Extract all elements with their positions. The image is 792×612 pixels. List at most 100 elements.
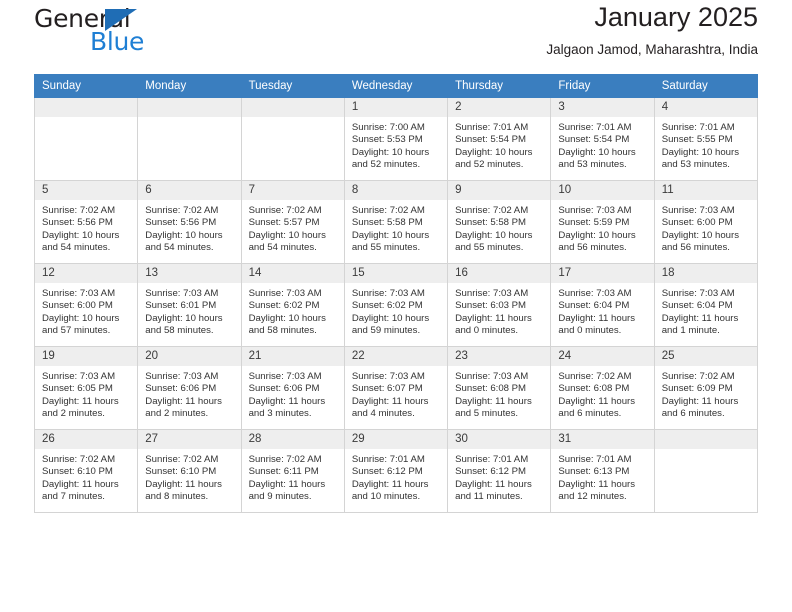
calendar-cell-day-19[interactable]: 19 Sunrise: 7:03 AM Sunset: 6:05 PM Dayligh… (33, 346, 139, 430)
sunrise-text: Sunrise: 7:03 AM (661, 205, 735, 216)
calendar-cell-day-28[interactable]: 28 Sunrise: 7:02 AM Sunset: 6:11 PM Dayligh… (240, 429, 345, 513)
calendar-cell-day-26[interactable]: 26 Sunrise: 7:02 AM Sunset: 6:10 PM Dayligh… (33, 429, 139, 513)
weekday-header-sunday: Sunday (33, 74, 139, 98)
calendar-body: 1 Sunrise: 7:00 AM Sunset: 5:53 PM Daylight… (33, 97, 759, 513)
day-number: 15 (344, 264, 448, 283)
daylight-text-line1: Daylight: 11 hours (558, 395, 636, 407)
sunset-text: Sunset: 6:10 PM (42, 466, 113, 478)
calendar-cell-day-3[interactable]: 3 Sunrise: 7:01 AM Sunset: 5:54 PM Daylight… (550, 97, 655, 181)
calendar-cell-day-17[interactable]: 17 Sunrise: 7:03 AM Sunset: 6:04 PM Dayligh… (550, 263, 655, 347)
daylight-text-line2: and 57 minutes. (42, 324, 111, 336)
calendar-cell-day-14[interactable]: 14 Sunrise: 7:03 AM Sunset: 6:02 PM Dayligh… (240, 263, 345, 347)
daylight-text-line1: Daylight: 10 hours (248, 229, 326, 241)
day-number: 27 (138, 430, 241, 449)
daylight-text-line1: Daylight: 10 hours (455, 229, 533, 241)
daylight-text-line1: Daylight: 11 hours (42, 478, 119, 490)
day-details: Sunrise: 7:02 AM Sunset: 5:56 PM Daylight:… (35, 200, 137, 254)
day-details: Sunrise: 7:01 AM Sunset: 5:54 PM Daylight:… (551, 117, 653, 171)
calendar-cell-day-7[interactable]: 7 Sunrise: 7:02 AM Sunset: 5:57 PM Daylight… (240, 180, 345, 264)
calendar-cell-day-2[interactable]: 2 Sunrise: 7:01 AM Sunset: 5:54 PM Daylight… (447, 97, 552, 181)
calendar-cell-day-8[interactable]: 8 Sunrise: 7:02 AM Sunset: 5:58 PM Daylight… (343, 180, 449, 264)
day-details: Sunrise: 7:00 AM Sunset: 5:53 PM Daylight:… (345, 117, 447, 171)
sunset-text: Sunset: 6:02 PM (351, 300, 423, 312)
sunset-text: Sunset: 6:12 PM (351, 466, 423, 478)
sunset-text: Sunset: 6:05 PM (42, 383, 113, 395)
day-details: Sunrise: 7:03 AM Sunset: 6:00 PM Daylight:… (655, 200, 757, 254)
daylight-text-line1: Daylight: 11 hours (455, 312, 532, 324)
day-details: Sunrise: 7:03 AM Sunset: 6:00 PM Daylight:… (35, 283, 137, 337)
sunset-text: Sunset: 6:03 PM (455, 300, 527, 312)
sunset-text: Sunset: 5:56 PM (42, 217, 113, 229)
calendar-cell-day-15[interactable]: 15 Sunrise: 7:03 AM Sunset: 6:02 PM Dayligh… (343, 263, 449, 347)
weekday-header-thursday: Thursday (447, 74, 552, 98)
sunrise-text: Sunrise: 7:03 AM (558, 288, 632, 299)
calendar-cell-day-30[interactable]: 30 Sunrise: 7:01 AM Sunset: 6:12 PM Dayligh… (447, 429, 552, 513)
day-details: Sunrise: 7:01 AM Sunset: 5:55 PM Daylight:… (655, 117, 757, 171)
calendar-cell-day-12[interactable]: 12 Sunrise: 7:03 AM Sunset: 6:00 PM Dayligh… (33, 263, 139, 347)
day-number: 29 (344, 430, 448, 449)
calendar-cell-day-18[interactable]: 18 Sunrise: 7:03 AM Sunset: 6:04 PM Dayligh… (653, 263, 759, 347)
daylight-text-line1: Daylight: 10 hours (42, 312, 120, 324)
calendar-cell-day-4[interactable]: 4 Sunrise: 7:01 AM Sunset: 5:55 PM Daylight… (653, 97, 759, 181)
day-number: 25 (654, 347, 757, 366)
day-number: 6 (138, 181, 241, 200)
day-number: 18 (654, 264, 757, 283)
calendar-cell-day-20[interactable]: 20 Sunrise: 7:03 AM Sunset: 6:06 PM Dayligh… (137, 346, 242, 430)
calendar-cell-day-23[interactable]: 23 Sunrise: 7:03 AM Sunset: 6:08 PM Dayligh… (447, 346, 552, 430)
calendar-cell-day-11[interactable]: 11 Sunrise: 7:03 AM Sunset: 6:00 PM Dayligh… (653, 180, 759, 264)
day-number: 30 (448, 430, 551, 449)
day-number: 12 (35, 264, 138, 283)
daylight-text-line2: and 12 minutes. (558, 490, 627, 502)
daylight-text-line2: and 4 minutes. (351, 407, 415, 419)
calendar-cell-day-9[interactable]: 9 Sunrise: 7:02 AM Sunset: 5:58 PM Daylight… (447, 180, 552, 264)
daylight-text-line1: Daylight: 11 hours (145, 395, 222, 407)
sunset-text: Sunset: 6:02 PM (248, 300, 320, 312)
calendar-cell-day-13[interactable]: 13 Sunrise: 7:03 AM Sunset: 6:01 PM Dayligh… (137, 263, 242, 347)
page-subtitle: Jalgaon Jamod, Maharashtra, India (546, 42, 758, 58)
day-details: Sunrise: 7:02 AM Sunset: 6:10 PM Daylight:… (138, 449, 240, 503)
sunrise-text: Sunrise: 7:02 AM (145, 205, 219, 216)
calendar-cell-day-31[interactable]: 31 Sunrise: 7:01 AM Sunset: 6:13 PM Dayligh… (550, 429, 655, 513)
calendar-cell-day-10[interactable]: 10 Sunrise: 7:03 AM Sunset: 5:59 PM Dayligh… (550, 180, 655, 264)
day-number: 11 (654, 181, 757, 200)
day-details: Sunrise: 7:02 AM Sunset: 6:09 PM Daylight:… (655, 366, 757, 420)
calendar-cell-day-22[interactable]: 22 Sunrise: 7:03 AM Sunset: 6:07 PM Dayligh… (343, 346, 449, 430)
calendar-page: General Blue January 2025 Jalgaon Jamod,… (0, 0, 792, 612)
sunrise-text: Sunrise: 7:03 AM (351, 371, 425, 382)
sunset-text: Sunset: 6:04 PM (661, 300, 733, 312)
day-number: 20 (138, 347, 241, 366)
calendar-cell-day-27[interactable]: 27 Sunrise: 7:02 AM Sunset: 6:10 PM Dayligh… (137, 429, 242, 513)
calendar-cell-day-25[interactable]: 25 Sunrise: 7:02 AM Sunset: 6:09 PM Dayligh… (653, 346, 759, 430)
calendar-cell-day-1[interactable]: 1 Sunrise: 7:00 AM Sunset: 5:53 PM Daylight… (343, 97, 449, 181)
day-details: Sunrise: 7:02 AM Sunset: 5:58 PM Daylight:… (448, 200, 550, 254)
calendar-header-row: Sunday Monday Tuesday Wednesday Thursday… (33, 74, 759, 98)
day-number (654, 430, 757, 449)
sunrise-text: Sunrise: 7:01 AM (351, 454, 425, 465)
calendar-cell-day-29[interactable]: 29 Sunrise: 7:01 AM Sunset: 6:12 PM Dayligh… (343, 429, 449, 513)
sunrise-text: Sunrise: 7:02 AM (558, 371, 632, 382)
daylight-text-line2: and 55 minutes. (455, 241, 524, 253)
day-details: Sunrise: 7:03 AM Sunset: 6:05 PM Daylight:… (35, 366, 137, 420)
daylight-text-line1: Daylight: 10 hours (145, 312, 223, 324)
sunrise-text: Sunrise: 7:03 AM (42, 371, 116, 382)
daylight-text-line1: Daylight: 10 hours (351, 229, 430, 241)
day-number: 26 (35, 430, 138, 449)
sunrise-text: Sunrise: 7:02 AM (42, 205, 116, 216)
calendar-cell-day-21[interactable]: 21 Sunrise: 7:03 AM Sunset: 6:06 PM Dayligh… (240, 346, 345, 430)
brand-logo[interactable]: General Blue (34, 4, 164, 56)
day-details: Sunrise: 7:03 AM Sunset: 6:04 PM Daylight:… (655, 283, 757, 337)
title-block: January 2025 Jalgaon Jamod, Maharashtra,… (546, 0, 758, 57)
daylight-text-line2: and 56 minutes. (661, 241, 730, 253)
day-details: Sunrise: 7:03 AM Sunset: 6:01 PM Daylight:… (138, 283, 240, 337)
daylight-text-line2: and 8 minutes. (145, 490, 209, 502)
sunrise-text: Sunrise: 7:03 AM (145, 288, 219, 299)
calendar-cell-day-5[interactable]: 5 Sunrise: 7:02 AM Sunset: 5:56 PM Daylight… (33, 180, 139, 264)
calendar-cell-day-6[interactable]: 6 Sunrise: 7:02 AM Sunset: 5:56 PM Daylight… (137, 180, 242, 264)
daylight-text-line1: Daylight: 11 hours (42, 395, 119, 407)
sunset-text: Sunset: 6:13 PM (558, 466, 630, 478)
sunrise-text: Sunrise: 7:02 AM (248, 205, 322, 216)
daylight-text-line1: Daylight: 10 hours (351, 146, 430, 158)
calendar-cell-day-24[interactable]: 24 Sunrise: 7:02 AM Sunset: 6:08 PM Dayligh… (550, 346, 655, 430)
daylight-text-line2: and 52 minutes. (455, 158, 524, 170)
calendar-cell-day-16[interactable]: 16 Sunrise: 7:03 AM Sunset: 6:03 PM Dayligh… (447, 263, 552, 347)
